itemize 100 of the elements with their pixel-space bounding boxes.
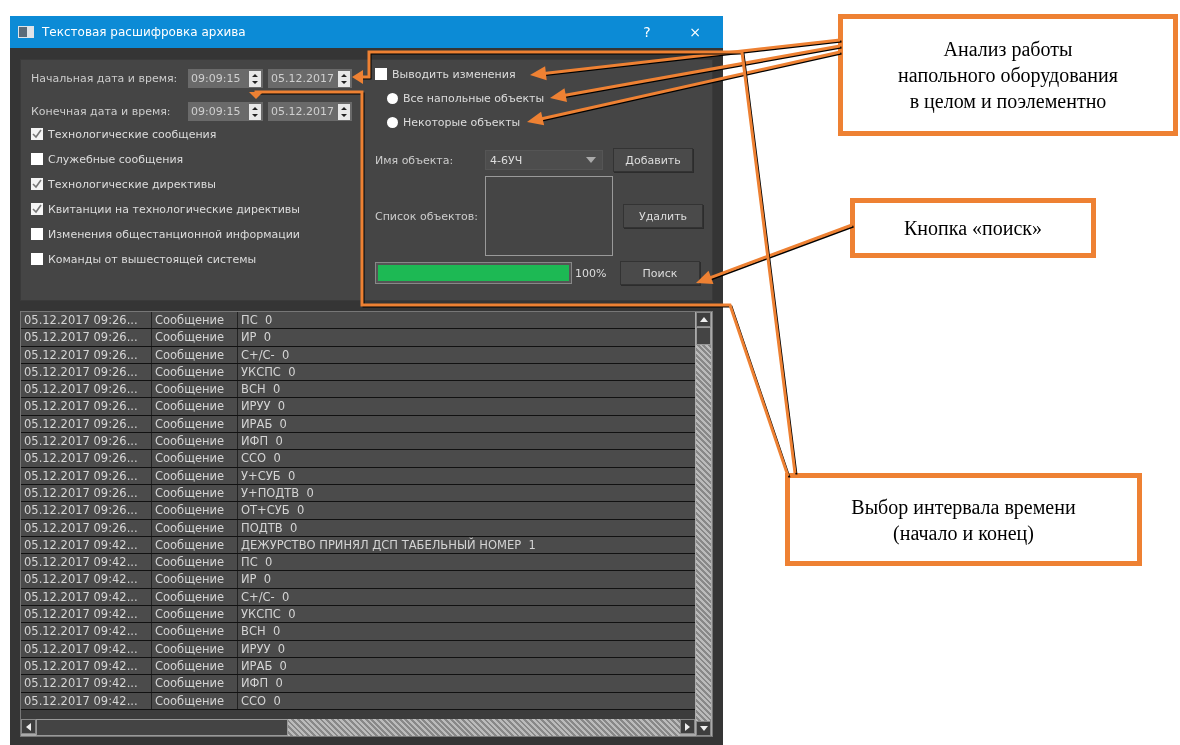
table-cell: 05.12.2017 09:42... — [21, 606, 152, 623]
checkbox[interactable] — [375, 68, 387, 80]
table-cell-text: ПС 0 — [240, 554, 274, 571]
radio-button[interactable] — [387, 92, 398, 104]
dropdown-caret-icon — [586, 157, 596, 163]
table-cell: Сообщение — [152, 554, 238, 571]
table-cell: 05.12.2017 09:42... — [21, 640, 152, 657]
close-button[interactable]: × — [675, 24, 715, 40]
table-cell-text: ПС 0 — [240, 312, 274, 329]
scroll-thumb[interactable] — [696, 327, 711, 345]
table-cell-text: С+/С- 0 — [240, 588, 291, 606]
table-cell-text: ПОДТВ 0 — [240, 519, 299, 536]
vertical-scrollbar[interactable] — [695, 312, 712, 736]
date-field[interactable]: 05.12.2017 — [268, 102, 352, 121]
table-cell: 05.12.2017 09:42... — [21, 657, 152, 675]
table-cell-text: УКСПС 0 — [240, 363, 297, 381]
table-cell: Сообщение — [152, 657, 238, 675]
table-cell: 05.12.2017 09:26... — [21, 519, 152, 536]
table-cell: 05.12.2017 09:26... — [21, 312, 152, 329]
window-icon — [18, 26, 34, 38]
date-field[interactable]: 05.12.2017 — [268, 69, 352, 88]
table-cell: 05.12.2017 09:26... — [21, 329, 152, 346]
table-cell-text: ДЕЖУРСТВО ПРИНЯЛ ДСП ТАБЕЛЬНЫЙ НОМЕР 1 — [240, 536, 537, 554]
table-cell: 05.12.2017 09:42... — [21, 536, 152, 554]
table-cell: 05.12.2017 09:26... — [21, 346, 152, 363]
table-cell: Сообщение — [152, 640, 238, 657]
table-cell: 05.12.2017 09:26... — [21, 433, 152, 450]
scroll-right-icon[interactable] — [685, 722, 690, 731]
scroll-left-icon[interactable] — [26, 722, 31, 731]
table-cell-text: ИР 0 — [240, 571, 273, 588]
table-cell: 05.12.2017 09:42... — [21, 623, 152, 640]
table-cell: Сообщение — [152, 415, 238, 433]
object-name-label: Имя объекта: — [375, 153, 455, 167]
checkbox-label: Квитанции на технологические директивы — [48, 202, 301, 216]
date-time-label: Начальная дата и время: — [31, 72, 179, 85]
search-button[interactable]: Поиск — [620, 261, 700, 285]
table-cell: Сообщение — [152, 675, 238, 692]
checkbox-label: Технологические сообщения — [48, 127, 217, 141]
checkbox-label: Служебные сообщения — [48, 152, 184, 166]
time-field[interactable]: 09:09:15 — [188, 102, 263, 121]
table-cell-text: УКСПС 0 — [240, 606, 297, 623]
date-time-label: Конечная дата и время: — [31, 105, 172, 118]
table-cell: Сообщение — [152, 588, 238, 606]
table-cell: Сообщение — [152, 502, 238, 519]
table-cell: Сообщение — [152, 433, 238, 450]
table-cell: Сообщение — [152, 623, 238, 640]
radio-button[interactable] — [387, 116, 398, 128]
table-cell-text: С+/С- 0 — [240, 346, 291, 363]
radio-label: Все напольные объекты — [403, 91, 545, 105]
radio-label: Некоторые объекты — [403, 115, 521, 129]
table-cell: Сообщение — [152, 519, 238, 536]
callout-box: Выбор интервала времени (начало и конец) — [785, 473, 1142, 566]
add-button[interactable]: Добавить — [613, 148, 693, 172]
spin-arrows-icon[interactable] — [338, 70, 350, 87]
table-cell: 05.12.2017 09:26... — [21, 363, 152, 381]
table-cell: Сообщение — [152, 692, 238, 709]
table-cell: Сообщение — [152, 329, 238, 346]
table-cell: Сообщение — [152, 363, 238, 381]
table-cell: 05.12.2017 09:26... — [21, 484, 152, 502]
scroll-down-icon[interactable] — [699, 726, 708, 731]
table-cell-text: ВСН 0 — [240, 381, 282, 398]
table-cell-text: ИФП 0 — [240, 675, 284, 692]
delete-button[interactable]: Удалить — [623, 204, 703, 228]
checkbox-label: Изменения общестанционной информации — [48, 227, 300, 241]
object-list-label: Список объектов: — [375, 209, 479, 223]
checkbox-label: Технологические директивы — [48, 177, 216, 191]
checkbox[interactable] — [31, 253, 43, 265]
table-cell-text: ИРУУ 0 — [240, 398, 287, 415]
table-cell-text: ИР 0 — [240, 329, 273, 346]
table-cell: 05.12.2017 09:42... — [21, 554, 152, 571]
checkbox[interactable] — [31, 203, 43, 215]
help-button[interactable]: ? — [627, 24, 667, 40]
checkbox[interactable] — [31, 128, 43, 140]
time-field[interactable]: 09:09:15 — [188, 69, 263, 88]
table-cell: Сообщение — [152, 381, 238, 398]
checkbox[interactable] — [31, 228, 43, 240]
scroll-up-icon[interactable] — [699, 317, 708, 322]
table-cell: Сообщение — [152, 536, 238, 554]
table-cell: Сообщение — [152, 571, 238, 588]
callout-box: Анализ работы напольного оборудования в целом и поэлементно — [838, 14, 1178, 136]
checkbox-label: Выводить изменения — [392, 67, 516, 81]
scroll-thumb[interactable] — [36, 719, 288, 736]
spin-arrows-icon[interactable] — [249, 103, 261, 120]
table-cell-text: ИРУУ 0 — [240, 640, 287, 657]
table-cell: Сообщение — [152, 346, 238, 363]
table-cell-text: У+ПОДТВ 0 — [240, 484, 315, 502]
horizontal-scrollbar[interactable] — [21, 719, 695, 736]
checkbox[interactable] — [31, 178, 43, 190]
table-cell: 05.12.2017 09:26... — [21, 502, 152, 519]
table-cell-text: У+СУБ 0 — [240, 467, 297, 484]
spin-arrows-icon[interactable] — [249, 70, 261, 87]
table-cell-text: ОТ+СУБ 0 — [240, 502, 306, 519]
table-cell-text: ССО 0 — [240, 692, 282, 709]
object-list-box[interactable] — [485, 176, 613, 256]
object-name-dropdown[interactable]: 4-6УЧ — [485, 150, 603, 170]
progress-reading: 100% — [574, 266, 608, 280]
table-cell: 05.12.2017 09:26... — [21, 467, 152, 484]
table-cell-text: ССО 0 — [240, 450, 282, 467]
checkbox[interactable] — [31, 153, 43, 165]
spin-arrows-icon[interactable] — [338, 103, 350, 120]
